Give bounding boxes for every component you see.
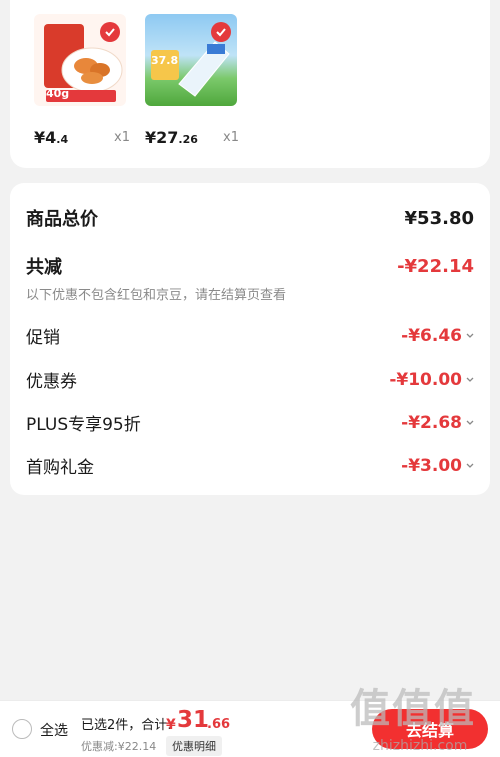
discount-label: PLUS专享95折: [26, 415, 141, 435]
discount-row-plus[interactable]: PLUS专享95折 -¥2.68: [26, 410, 474, 435]
discount-label: 首购礼金: [26, 458, 94, 478]
discount-note: 以下优惠不包含红包和京豆，请在结算页查看: [26, 288, 287, 303]
checked-icon[interactable]: [100, 22, 120, 42]
discount-value: -¥10.00: [389, 369, 462, 390]
product-weight-badge: 40g: [46, 87, 70, 100]
total-reduce-row: 共减 -¥22.14: [26, 253, 474, 279]
total-price-row: 商品总价 ¥53.80: [26, 205, 474, 231]
chevron-down-icon: [466, 377, 474, 382]
discount-value: -¥6.46: [401, 325, 462, 346]
selected-count: 已选2件，合计:: [81, 718, 172, 733]
checkout-bar: 全选 已选2件，合计: ¥ 31 .66 优惠减:¥22.14 优惠明细 去结算: [0, 700, 500, 757]
discount-label: 促销: [26, 328, 60, 348]
discount-row-promo[interactable]: 促销 -¥6.46: [26, 323, 474, 348]
total-amount-int: 31: [177, 707, 210, 733]
product-price: ¥4.4: [34, 128, 69, 147]
chevron-down-icon: [466, 333, 474, 338]
price-summary-card: 商品总价 ¥53.80 共减 -¥22.14 以下优惠不包含红包和京豆，请在结算…: [10, 183, 490, 495]
product-image-milk[interactable]: 37.8: [145, 14, 237, 106]
discount-row-coupon[interactable]: 优惠券 -¥10.00: [26, 367, 474, 392]
chevron-down-icon: [466, 420, 474, 425]
discount-label: 优惠券: [26, 372, 77, 392]
discount-value: -¥3.00: [401, 455, 462, 476]
total-reduce-label: 共减: [26, 257, 62, 278]
selected-products-card: 40g 37.8 ¥4.4 x1 ¥27.26 x1: [10, 0, 490, 168]
select-all-label[interactable]: 全选: [40, 720, 68, 740]
discount-value: -¥2.68: [401, 412, 462, 433]
product-image-chicken[interactable]: 40g: [34, 14, 126, 106]
total-amount-dec: .66: [207, 717, 231, 732]
product-qty: x1: [114, 130, 130, 145]
total-reduce-value: -¥22.14: [397, 255, 474, 277]
total-price-label: 商品总价: [26, 209, 98, 230]
discount-detail-button[interactable]: 优惠明细: [166, 736, 222, 756]
discount-row-first-purchase[interactable]: 首购礼金 -¥3.00: [26, 453, 474, 478]
select-all-radio[interactable]: [12, 719, 32, 739]
chevron-down-icon: [466, 463, 474, 468]
product-badge: 37.8: [151, 54, 179, 67]
checked-icon[interactable]: [211, 22, 231, 42]
discount-summary: 优惠减:¥22.14: [81, 740, 157, 753]
product-qty: x1: [223, 130, 239, 145]
product-price: ¥27.26: [145, 128, 198, 147]
total-price-value: ¥53.80: [404, 207, 474, 229]
checkout-button[interactable]: 去结算: [372, 709, 488, 749]
total-currency: ¥: [166, 717, 176, 733]
